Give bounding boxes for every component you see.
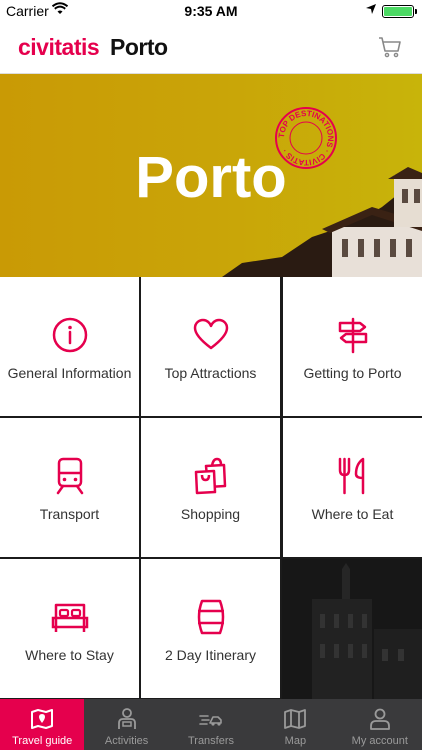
heart-icon — [193, 318, 228, 350]
menu-item-label: Transport — [39, 506, 100, 522]
menu-grid: General Information Top Attractions Gett… — [0, 277, 422, 699]
svg-text:TOP DESTINATIONS · CIVITATIS ·: TOP DESTINATIONS · CIVITATIS · — [277, 109, 335, 167]
tab-label: Transfers — [187, 735, 235, 747]
tab-bar: Travel guide Activities Transfers Map My… — [0, 699, 422, 750]
status-bar: Carrier 9:35 AM — [0, 0, 422, 22]
menu-item-label: General Information — [7, 365, 132, 381]
tab-activities[interactable]: Activities — [84, 699, 168, 750]
barrel-icon — [197, 599, 224, 635]
location-arrow-icon — [366, 4, 376, 14]
building-silhouette-image — [282, 559, 422, 699]
menu-item-label: Where to Eat — [311, 506, 394, 522]
tab-transfers[interactable]: Transfers — [169, 699, 253, 750]
tab-my-account[interactable]: My account — [338, 699, 422, 750]
tab-label: Travel guide — [12, 735, 73, 747]
battery-icon — [382, 5, 417, 18]
map-book-icon — [31, 709, 54, 729]
tab-label: My account — [351, 735, 408, 747]
signpost-icon — [338, 317, 367, 354]
tab-label: Map — [284, 735, 307, 747]
menu-item-shopping[interactable]: Shopping — [141, 418, 280, 557]
cityscape-photo — [282, 559, 422, 699]
info-icon — [52, 317, 87, 353]
menu-item-getting-to-porto[interactable]: Getting to Porto — [283, 277, 422, 416]
brand-logo: civitatis — [18, 34, 100, 60]
menu-item-transport[interactable]: Transport — [0, 418, 139, 557]
hero-banner: Porto TOP DESTINATIONS · CIVITATIS · — [0, 74, 422, 277]
top-destinations-stamp: TOP DESTINATIONS · CIVITATIS · — [275, 107, 337, 169]
tab-map[interactable]: Map — [253, 699, 337, 750]
map-icon — [284, 709, 307, 729]
tab-travel-guide[interactable]: Travel guide — [0, 699, 85, 750]
bed-icon — [51, 603, 88, 632]
menu-item-where-to-eat[interactable]: Where to Eat — [283, 418, 422, 557]
transfer-car-icon — [199, 715, 222, 726]
menu-item-label: 2 Day Itinerary — [164, 647, 257, 663]
status-time: 9:35 AM — [184, 3, 238, 19]
menu-item-top-attractions[interactable]: Top Attractions — [141, 277, 280, 416]
guide-person-icon — [117, 708, 136, 729]
user-icon — [369, 708, 390, 730]
cart-icon[interactable] — [378, 36, 402, 58]
train-icon — [56, 457, 83, 495]
menu-item-where-to-stay[interactable]: Where to Stay — [0, 559, 139, 698]
tab-label: Activities — [104, 735, 149, 747]
nav-bar: civitatis Porto — [0, 22, 422, 74]
page-title: Porto — [110, 34, 168, 60]
menu-item-label: Top Attractions — [164, 365, 257, 381]
menu-item-label: Where to Stay — [25, 647, 114, 663]
fork-knife-icon — [338, 457, 364, 495]
menu-item-2-day-itinerary[interactable]: 2 Day Itinerary — [141, 559, 280, 698]
menu-item-label: Getting to Porto — [303, 365, 402, 381]
menu-item-general-information[interactable]: General Information — [0, 277, 139, 416]
rooftops-image — [222, 167, 422, 277]
shopping-bags-icon — [194, 457, 226, 495]
menu-item-label: Shopping — [180, 506, 241, 522]
